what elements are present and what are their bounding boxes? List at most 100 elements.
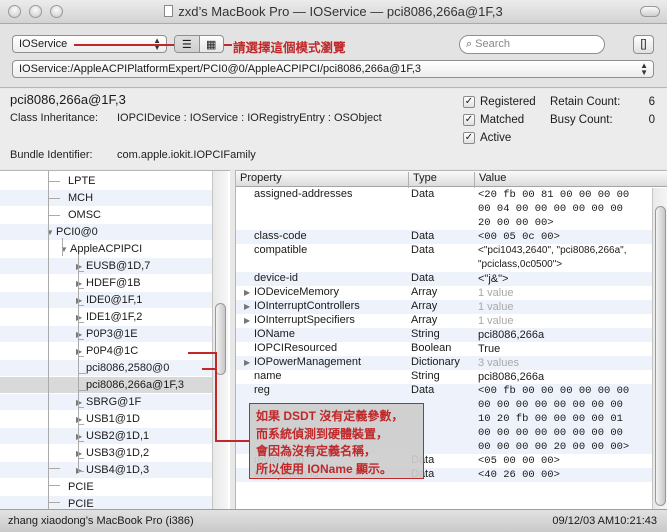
tree-item[interactable]: ▶ USB3@1D,2 bbox=[0, 445, 212, 461]
tree-connector-line bbox=[78, 424, 84, 425]
list-view-icon[interactable]: ☰ bbox=[175, 36, 200, 52]
type-column-header[interactable]: Type bbox=[413, 172, 437, 184]
property-value: <40 26 00 00> bbox=[478, 468, 560, 482]
path-select-value: IOService:/AppleACPIPlatformExpert/PCI0@… bbox=[19, 63, 422, 75]
property-name: IODeviceMemory bbox=[254, 286, 339, 298]
property-value-line: <00 fb 00 00 00 00 00 00 bbox=[478, 385, 630, 397]
class-inheritance-value: IOPCIDevice : IOService : IORegistryEntr… bbox=[117, 112, 382, 124]
path-select[interactable]: IOService:/AppleACPIPlatformExpert/PCI0@… bbox=[12, 60, 654, 78]
grid-view-icon[interactable]: ▦ bbox=[200, 36, 224, 52]
tree-item[interactable]: OMSC bbox=[0, 207, 212, 223]
disclosure-closed-icon[interactable]: ▶ bbox=[244, 302, 254, 311]
table-row[interactable]: ▶ IOPowerManagement Dictionary 3 values bbox=[236, 356, 652, 370]
property-type: String bbox=[411, 370, 440, 382]
tree-item[interactable]: MCH bbox=[0, 190, 212, 206]
property-value-line: 1 value bbox=[478, 315, 514, 327]
tree-item[interactable]: LPTE bbox=[0, 173, 212, 189]
table-row[interactable]: class-code Data <00 05 0c 00> bbox=[236, 230, 652, 244]
property-type: Data bbox=[411, 188, 435, 200]
property-name: IOPCIResourced bbox=[254, 342, 338, 354]
property-value: 1 value bbox=[478, 314, 513, 328]
view-mode-segmented-control[interactable]: ☰ ▦ bbox=[174, 35, 224, 53]
tree-item[interactable]: pci8086,266a@1F,3 bbox=[0, 377, 212, 393]
active-checkbox[interactable]: ✓ Active bbox=[463, 129, 536, 147]
tree-item-label: EUSB@1D,7 bbox=[86, 260, 151, 272]
property-column-header[interactable]: Property bbox=[240, 172, 282, 184]
property-value-line: <"j&"> bbox=[478, 273, 509, 285]
tree-item[interactable]: ▶ P0P3@1E bbox=[0, 326, 212, 342]
tree-item-label: LPTE bbox=[68, 175, 96, 187]
tree-item[interactable]: PCIE bbox=[0, 496, 212, 509]
property-value-line: <"pci1043,2640", "pci8086,266a", bbox=[478, 245, 627, 256]
tree-connector-line bbox=[78, 339, 84, 340]
tree-item[interactable]: ▶USB4@1D,3 bbox=[0, 462, 212, 478]
tree-item-label: IDE0@1F,1 bbox=[86, 294, 143, 306]
tree-item-label: AppleACPIPCI bbox=[70, 243, 143, 255]
tree-item[interactable]: ▶ EUSB@1D,7 bbox=[0, 258, 212, 274]
tree-item-label: MCH bbox=[68, 192, 94, 204]
property-name: class-code bbox=[254, 230, 307, 242]
disclosure-closed-icon[interactable]: ▶ bbox=[244, 316, 254, 325]
table-row[interactable]: name String pci8086,266a bbox=[236, 370, 652, 384]
property-value: pci8086,266a bbox=[478, 370, 544, 384]
checkmark-icon: ✓ bbox=[463, 132, 475, 144]
search-icon: ⌕ bbox=[466, 38, 473, 50]
registered-checkbox[interactable]: ✓ Registered bbox=[463, 93, 536, 111]
tree-item-label: USB1@1D bbox=[86, 413, 140, 425]
table-row[interactable]: ▶ IODeviceMemory Array 1 value bbox=[236, 286, 652, 300]
tree-item[interactable]: ▶ HDEF@1B bbox=[0, 275, 212, 291]
table-scrollbar[interactable] bbox=[652, 188, 667, 509]
property-name: IOPowerManagement bbox=[254, 356, 361, 368]
tree-scrollbar[interactable] bbox=[212, 171, 228, 509]
disclosure-closed-icon[interactable]: ▶ bbox=[244, 288, 254, 297]
value-column-header[interactable]: Value bbox=[479, 172, 506, 184]
property-type: Dictionary bbox=[411, 356, 460, 368]
bundle-identifier-value: com.apple.iokit.IOPCIFamily bbox=[117, 149, 256, 161]
table-row[interactable]: ▶ IOInterruptSpecifiers Array 1 value bbox=[236, 314, 652, 328]
node-name: pci8086,266a@1F,3 bbox=[10, 92, 126, 107]
tree-connector-line bbox=[78, 458, 84, 459]
table-row[interactable]: compatible Data <"pci1043,2640", "pci8086,… bbox=[236, 244, 652, 272]
tree-connector-line bbox=[78, 322, 84, 323]
property-value-line: <00 05 0c 00> bbox=[478, 231, 560, 243]
table-row[interactable]: IOPCIResourced Boolean True bbox=[236, 342, 652, 356]
tree-item[interactable]: ▼ PCI0@0 bbox=[0, 224, 212, 240]
tree-connector-line bbox=[78, 390, 86, 391]
tree-item[interactable]: pci8086,2580@0 bbox=[0, 360, 212, 376]
property-value-line: 00 00 00 00 00 00 00 00 bbox=[478, 399, 623, 411]
property-type: Data bbox=[411, 244, 435, 256]
tree-item[interactable]: ▶ IDE0@1F,1 bbox=[0, 292, 212, 308]
toolbar-toggle-button[interactable] bbox=[640, 6, 660, 17]
tree-item[interactable]: PCIE bbox=[0, 479, 212, 495]
table-scroll-thumb[interactable] bbox=[655, 206, 666, 506]
annotation-connector bbox=[188, 352, 216, 354]
table-row[interactable]: ▶ IOInterruptControllers Array 1 value bbox=[236, 300, 652, 314]
property-value: True bbox=[478, 342, 500, 356]
table-row[interactable]: IOName String pci8086,266a bbox=[236, 328, 652, 342]
tree-connector-line bbox=[48, 171, 49, 509]
property-value: <00 05 0c 00> bbox=[478, 230, 560, 244]
window-title: zxd’s MacBook Pro — IOService — pci8086,… bbox=[178, 4, 503, 19]
class-inheritance-label: Class Inheritance: bbox=[10, 112, 99, 124]
matched-checkbox[interactable]: ✓ Matched bbox=[463, 111, 536, 129]
tree-item[interactable]: ▶ SBRG@1F bbox=[0, 394, 212, 410]
tree-item-label: PCI0@0 bbox=[56, 226, 98, 238]
tree-item-label: PCIE bbox=[68, 498, 94, 509]
tree-item[interactable]: ▶ USB2@1D,1 bbox=[0, 428, 212, 444]
tree-connector-line bbox=[78, 305, 84, 306]
details-button[interactable]: [] bbox=[633, 35, 654, 54]
tree-connector-line bbox=[78, 373, 86, 374]
property-type: Data bbox=[411, 272, 435, 284]
status-machine: zhang xiaodong’s MacBook Pro (i386) bbox=[8, 515, 194, 527]
disclosure-closed-icon[interactable]: ▶ bbox=[244, 358, 254, 367]
property-value-line: <05 00 00 00> bbox=[478, 455, 560, 467]
table-row[interactable]: assigned-addresses Data <20 fb 00 81 00 00… bbox=[236, 188, 652, 230]
tree-item[interactable]: ▶ USB1@1D bbox=[0, 411, 212, 427]
property-name: IOInterruptControllers bbox=[254, 300, 360, 312]
table-row[interactable]: device-id Data <"j&"> bbox=[236, 272, 652, 286]
tree-item[interactable]: ▶ IDE1@1F,2 bbox=[0, 309, 212, 325]
property-name: IOInterruptSpecifiers bbox=[254, 314, 355, 326]
tree-item[interactable]: ▼ AppleACPIPCI bbox=[0, 241, 212, 257]
search-field[interactable]: ⌕ Search bbox=[459, 35, 605, 54]
tree-item[interactable]: ▶ P0P4@1C bbox=[0, 343, 212, 359]
